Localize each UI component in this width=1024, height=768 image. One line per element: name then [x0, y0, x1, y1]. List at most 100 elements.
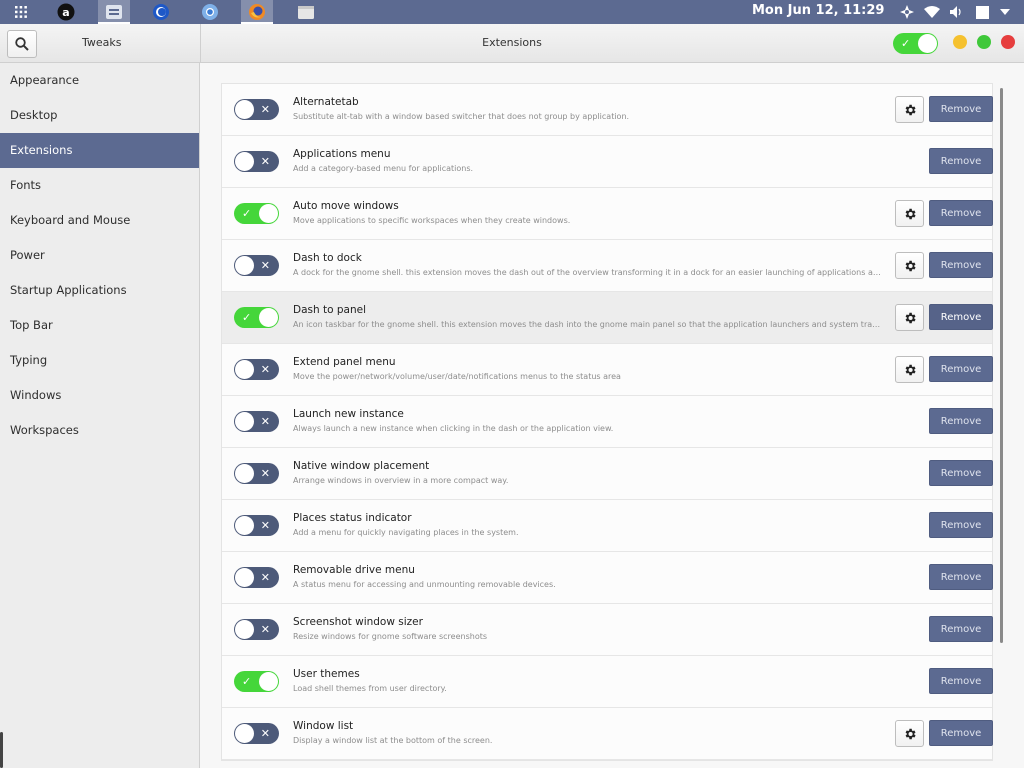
- extension-description: Arrange windows in overview in a more co…: [293, 476, 509, 485]
- extension-name: Places status indicator: [293, 512, 412, 524]
- extension-toggle[interactable]: ✕: [234, 151, 279, 172]
- remove-button[interactable]: Remove: [929, 564, 993, 590]
- settings-button[interactable]: [895, 356, 924, 383]
- sidebar-item-startup-applications[interactable]: Startup Applications: [0, 273, 199, 308]
- remove-button[interactable]: Remove: [929, 200, 993, 226]
- extension-name: Dash to dock: [293, 252, 362, 264]
- sidebar-list: Appearance Desktop Extensions Fonts Keyboard…: [0, 63, 199, 448]
- remove-button[interactable]: Remove: [929, 616, 993, 642]
- sidebar-item-top-bar[interactable]: Top Bar: [0, 308, 199, 343]
- gear-icon: [903, 259, 917, 273]
- sidebar-item-fonts[interactable]: Fonts: [0, 168, 199, 203]
- sidebar-item-windows[interactable]: Windows: [0, 378, 199, 413]
- svg-text:a: a: [62, 6, 69, 19]
- check-icon: ✓: [242, 207, 252, 220]
- sidebar-item-desktop[interactable]: Desktop: [0, 98, 199, 133]
- remove-button[interactable]: Remove: [929, 512, 993, 538]
- gear-icon: [903, 363, 917, 377]
- sidebar-item-typing[interactable]: Typing: [0, 343, 199, 378]
- x-icon: ✕: [260, 623, 270, 636]
- gear-icon: [903, 311, 917, 325]
- settings-button[interactable]: [895, 96, 924, 123]
- remove-button[interactable]: Remove: [929, 252, 993, 278]
- firefox-icon[interactable]: [241, 0, 273, 24]
- header-divider: [200, 24, 201, 62]
- extension-row: ✕ Alternatetab Substitute alt-tab with a w…: [222, 84, 993, 136]
- remove-button[interactable]: Remove: [929, 408, 993, 434]
- extension-name: Alternatetab: [293, 96, 359, 108]
- remove-button[interactable]: Remove: [929, 720, 993, 746]
- extension-toggle[interactable]: ✕: [234, 723, 279, 744]
- search-icon: [15, 37, 29, 51]
- settings-button[interactable]: [895, 720, 924, 747]
- remove-button[interactable]: Remove: [929, 96, 993, 122]
- remove-button[interactable]: Remove: [929, 668, 993, 694]
- settings-button[interactable]: [895, 200, 924, 227]
- extension-toggle[interactable]: ✕: [234, 515, 279, 536]
- remove-button[interactable]: Remove: [929, 148, 993, 174]
- header-bar: Tweaks Extensions ✓: [0, 24, 1024, 63]
- extension-toggle[interactable]: ✕: [234, 255, 279, 276]
- clock[interactable]: Mon Jun 12, 11:29: [752, 3, 884, 18]
- extension-toggle[interactable]: ✕: [234, 99, 279, 120]
- remove-button[interactable]: Remove: [929, 356, 993, 382]
- vertical-scrollbar[interactable]: [1000, 88, 1003, 643]
- extension-name: Native window placement: [293, 460, 430, 472]
- x-icon: ✕: [260, 467, 270, 480]
- page-title: Extensions: [482, 36, 542, 49]
- maximize-button[interactable]: [977, 35, 991, 49]
- folder-icon[interactable]: [290, 0, 322, 24]
- extension-description: A status menu for accessing and unmounti…: [293, 580, 556, 589]
- gear-icon: [903, 727, 917, 741]
- extension-toggle[interactable]: ✕: [234, 411, 279, 432]
- extension-description: A dock for the gnome shell. this extensi…: [293, 268, 883, 277]
- check-icon: ✓: [242, 311, 252, 324]
- extension-row: ✕ Window list Display a window list at the…: [222, 708, 993, 760]
- sidebar-item-keyboard-and-mouse[interactable]: Keyboard and Mouse: [0, 203, 199, 238]
- extension-row: ✓ User themes Load shell themes from user …: [222, 656, 993, 708]
- extension-toggle[interactable]: ✓: [234, 203, 279, 224]
- minimize-button[interactable]: [953, 35, 967, 49]
- extension-row: ✕ Dash to dock A dock for the gnome shell.…: [222, 240, 993, 292]
- x-icon: ✕: [260, 103, 270, 116]
- settings-button[interactable]: [895, 304, 924, 331]
- wifi-icon[interactable]: [921, 0, 943, 24]
- extension-toggle[interactable]: ✕: [234, 359, 279, 380]
- sidebar: Appearance Desktop Extensions Fonts Keyboard…: [0, 63, 200, 768]
- remove-button[interactable]: Remove: [929, 304, 993, 330]
- extension-toggle[interactable]: ✕: [234, 463, 279, 484]
- x-icon: ✕: [260, 155, 270, 168]
- extension-name: Auto move windows: [293, 200, 399, 212]
- x-icon: ✕: [260, 259, 270, 272]
- sidebar-item-appearance[interactable]: Appearance: [0, 63, 199, 98]
- extension-toggle[interactable]: ✓: [234, 671, 279, 692]
- extension-description: Always launch a new instance when clicki…: [293, 424, 614, 433]
- extension-name: Extend panel menu: [293, 356, 396, 368]
- x-icon: ✕: [260, 415, 270, 428]
- extension-toggle[interactable]: ✕: [234, 567, 279, 588]
- extension-description: Substitute alt-tab with a window based s…: [293, 112, 630, 121]
- volume-icon[interactable]: [946, 0, 968, 24]
- chromium-icon[interactable]: [194, 0, 226, 24]
- extension-row: ✕ Places status indicator Add a menu for q…: [222, 500, 993, 552]
- extensions-master-switch[interactable]: ✓: [893, 33, 938, 54]
- settings-button[interactable]: [895, 252, 924, 279]
- extension-toggle[interactable]: ✓: [234, 307, 279, 328]
- files-icon[interactable]: [98, 0, 130, 24]
- close-button[interactable]: [1001, 35, 1015, 49]
- sidebar-item-workspaces[interactable]: Workspaces: [0, 413, 199, 448]
- extension-row: ✕ Removable drive menu A status menu for a…: [222, 552, 993, 604]
- battery-icon[interactable]: [971, 0, 993, 24]
- extension-description: Resize windows for gnome software screen…: [293, 632, 488, 641]
- browser-icon[interactable]: [145, 0, 177, 24]
- menu-arrow-icon[interactable]: [994, 0, 1016, 24]
- search-button[interactable]: [7, 30, 37, 58]
- apps-grid-icon[interactable]: [5, 0, 37, 24]
- sidebar-scrollbar[interactable]: [0, 732, 3, 768]
- network-icon[interactable]: [896, 0, 918, 24]
- sidebar-item-power[interactable]: Power: [0, 238, 199, 273]
- amazon-icon[interactable]: a: [50, 0, 82, 24]
- extension-toggle[interactable]: ✕: [234, 619, 279, 640]
- sidebar-item-extensions[interactable]: Extensions: [0, 133, 199, 168]
- remove-button[interactable]: Remove: [929, 460, 993, 486]
